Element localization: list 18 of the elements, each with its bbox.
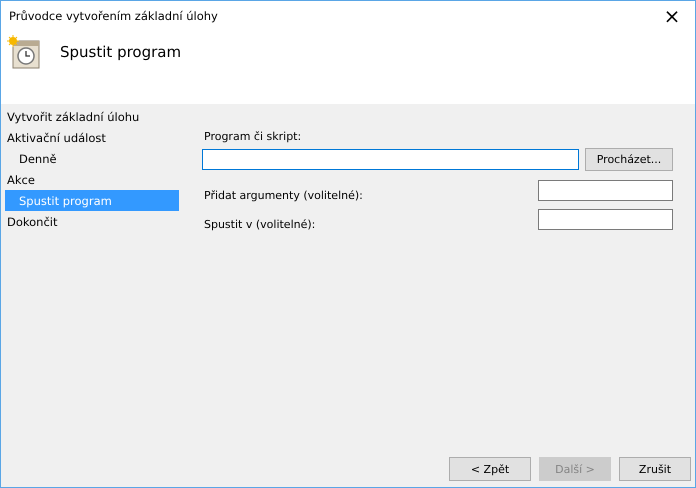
field-label: Spustit v (volitelné): xyxy=(204,218,316,231)
window-title: Průvodce vytvořením základní úlohy xyxy=(9,9,218,23)
browse-button[interactable]: Procházet... xyxy=(585,148,673,171)
field-label: Přidat argumenty (volitelné): xyxy=(204,189,363,202)
nav-item[interactable]: Aktivační událost xyxy=(1,127,179,148)
nav-item[interactable]: Akce xyxy=(1,169,179,190)
page-title: Spustit program xyxy=(60,43,182,61)
nav-item[interactable]: Dokončit xyxy=(1,211,179,232)
field-label: Program či skript: xyxy=(204,130,302,143)
input-field[interactable] xyxy=(538,209,673,230)
calendar-clock-icon xyxy=(7,35,41,69)
nav-item[interactable]: Vytvořit základní úlohu xyxy=(1,106,179,127)
program-field[interactable] xyxy=(202,149,579,170)
input-field[interactable] xyxy=(538,180,673,201)
nav-item[interactable]: Denně xyxy=(5,148,179,169)
wizard-button[interactable]: < Zpět xyxy=(449,457,531,481)
wizard-button[interactable]: Zrušit xyxy=(619,457,691,481)
close-button[interactable]: × xyxy=(649,1,695,31)
